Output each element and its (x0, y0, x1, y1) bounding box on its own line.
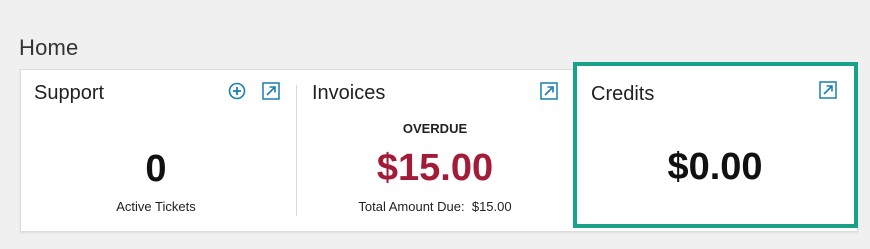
panel-divider (296, 85, 297, 216)
open-credits-button[interactable] (819, 81, 837, 99)
active-tickets-label: Active Tickets (116, 199, 196, 214)
page-title: Home (19, 34, 79, 60)
credits-title: Credits (591, 83, 655, 105)
open-support-button[interactable] (262, 82, 280, 100)
external-link-icon (540, 82, 558, 100)
external-link-icon (819, 81, 837, 99)
open-invoices-button[interactable] (540, 82, 558, 100)
invoices-title: Invoices (312, 82, 386, 104)
credits-panel: Credits $0.00 (573, 62, 858, 228)
external-link-icon (262, 82, 280, 100)
total-amount-due-label: Total Amount Due: $15.00 (358, 199, 512, 214)
active-tickets-count: 0 (145, 148, 167, 190)
support-title: Support (34, 82, 105, 104)
plus-circle-icon (228, 82, 246, 100)
invoice-amount-due: $15.00 (376, 147, 494, 189)
add-ticket-button[interactable] (228, 82, 246, 100)
overdue-badge: OVERDUE (402, 121, 468, 136)
credits-balance: $0.00 (667, 146, 763, 188)
